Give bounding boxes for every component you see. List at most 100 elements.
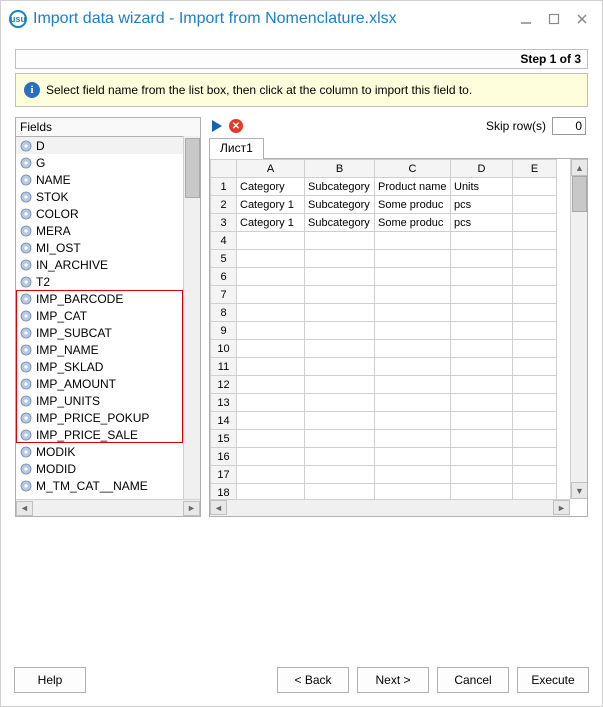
fields-scrollbar-vertical[interactable]	[183, 136, 200, 499]
scroll-up-icon[interactable]: ▲	[571, 159, 588, 176]
scroll-right-icon[interactable]: ►	[553, 500, 570, 515]
field-item[interactable]: D	[16, 137, 200, 154]
cell[interactable]	[375, 286, 451, 304]
next-button[interactable]: Next >	[357, 667, 429, 693]
table-row[interactable]: 15	[211, 430, 557, 448]
cell[interactable]	[237, 250, 305, 268]
field-item[interactable]: MI_OST	[16, 239, 200, 256]
table-row[interactable]: 14	[211, 412, 557, 430]
cell[interactable]: Subcategory	[305, 196, 375, 214]
help-button[interactable]: Help	[14, 667, 86, 693]
cell[interactable]	[375, 448, 451, 466]
cell[interactable]	[513, 232, 557, 250]
table-row[interactable]: 11	[211, 358, 557, 376]
cell[interactable]	[451, 430, 513, 448]
row-header[interactable]: 4	[211, 232, 237, 250]
col-header[interactable]: C	[375, 160, 451, 178]
row-header[interactable]: 17	[211, 466, 237, 484]
stop-button[interactable]: ✕	[229, 119, 243, 133]
cell[interactable]	[451, 250, 513, 268]
row-header[interactable]: 5	[211, 250, 237, 268]
row-header[interactable]: 14	[211, 412, 237, 430]
cell[interactable]	[513, 340, 557, 358]
fields-scrollbar-horizontal[interactable]: ◄ ►	[16, 499, 200, 516]
scroll-left-icon[interactable]: ◄	[210, 500, 227, 515]
cell[interactable]	[237, 340, 305, 358]
table-row[interactable]: 12	[211, 376, 557, 394]
cell[interactable]	[237, 232, 305, 250]
cell[interactable]	[513, 268, 557, 286]
col-header[interactable]: B	[305, 160, 375, 178]
cell[interactable]	[237, 466, 305, 484]
cell[interactable]	[237, 430, 305, 448]
cell[interactable]	[451, 376, 513, 394]
minimize-button[interactable]	[514, 7, 538, 31]
field-item[interactable]: MODID	[16, 460, 200, 477]
cell[interactable]: Some produc	[375, 196, 451, 214]
scroll-left-icon[interactable]: ◄	[16, 501, 33, 516]
cell[interactable]	[513, 430, 557, 448]
cell[interactable]: Category	[237, 178, 305, 196]
cell[interactable]	[305, 340, 375, 358]
cell[interactable]: Product name	[375, 178, 451, 196]
cell[interactable]	[451, 286, 513, 304]
cancel-button[interactable]: Cancel	[437, 667, 509, 693]
cell[interactable]	[513, 358, 557, 376]
cell[interactable]	[375, 232, 451, 250]
row-header[interactable]: 12	[211, 376, 237, 394]
cell[interactable]	[305, 376, 375, 394]
cell[interactable]	[451, 448, 513, 466]
field-item[interactable]: MERA	[16, 222, 200, 239]
grid-scrollbar-vertical[interactable]: ▲ ▼	[570, 159, 587, 499]
row-header[interactable]: 1	[211, 178, 237, 196]
cell[interactable]	[375, 394, 451, 412]
cell[interactable]	[451, 268, 513, 286]
cell[interactable]	[513, 250, 557, 268]
field-item[interactable]: M_TM_CAT__NAME	[16, 477, 200, 494]
row-header[interactable]: 7	[211, 286, 237, 304]
cell[interactable]	[375, 250, 451, 268]
cell[interactable]	[513, 322, 557, 340]
field-item[interactable]: IMP_NAME	[16, 341, 200, 358]
field-item[interactable]: IMP_AMOUNT	[16, 375, 200, 392]
row-header[interactable]: 16	[211, 448, 237, 466]
field-item[interactable]: G	[16, 154, 200, 171]
cell[interactable]	[451, 322, 513, 340]
cell[interactable]	[513, 412, 557, 430]
cell[interactable]	[375, 430, 451, 448]
sheet-tab[interactable]: Лист1	[209, 138, 264, 159]
cell[interactable]	[513, 376, 557, 394]
cell[interactable]	[451, 304, 513, 322]
table-row[interactable]: 16	[211, 448, 557, 466]
cell[interactable]	[305, 358, 375, 376]
table-row[interactable]: 8	[211, 304, 557, 322]
field-item[interactable]: IMP_PRICE_POKUP	[16, 409, 200, 426]
col-header[interactable]: A	[237, 160, 305, 178]
cell[interactable]: Category 1	[237, 196, 305, 214]
col-header[interactable]: D	[451, 160, 513, 178]
cell[interactable]	[451, 412, 513, 430]
cell[interactable]	[513, 304, 557, 322]
row-header[interactable]: 10	[211, 340, 237, 358]
field-item[interactable]: COLOR	[16, 205, 200, 222]
cell[interactable]	[237, 358, 305, 376]
cell[interactable]	[305, 232, 375, 250]
table-row[interactable]: 1CategorySubcategoryProduct nameUnits	[211, 178, 557, 196]
table-row[interactable]: 6	[211, 268, 557, 286]
cell[interactable]	[451, 466, 513, 484]
cell[interactable]	[305, 466, 375, 484]
cell[interactable]	[375, 268, 451, 286]
scroll-right-icon[interactable]: ►	[183, 501, 200, 516]
cell[interactable]	[375, 322, 451, 340]
cell[interactable]	[513, 286, 557, 304]
cell[interactable]	[305, 430, 375, 448]
cell[interactable]: Category 1	[237, 214, 305, 232]
cell[interactable]	[513, 394, 557, 412]
cell[interactable]	[513, 448, 557, 466]
scroll-down-icon[interactable]: ▼	[571, 482, 588, 499]
cell[interactable]	[237, 304, 305, 322]
cell[interactable]	[513, 466, 557, 484]
field-item[interactable]: MODIK	[16, 443, 200, 460]
cell[interactable]: Subcategory	[305, 214, 375, 232]
field-item[interactable]: STOK	[16, 188, 200, 205]
